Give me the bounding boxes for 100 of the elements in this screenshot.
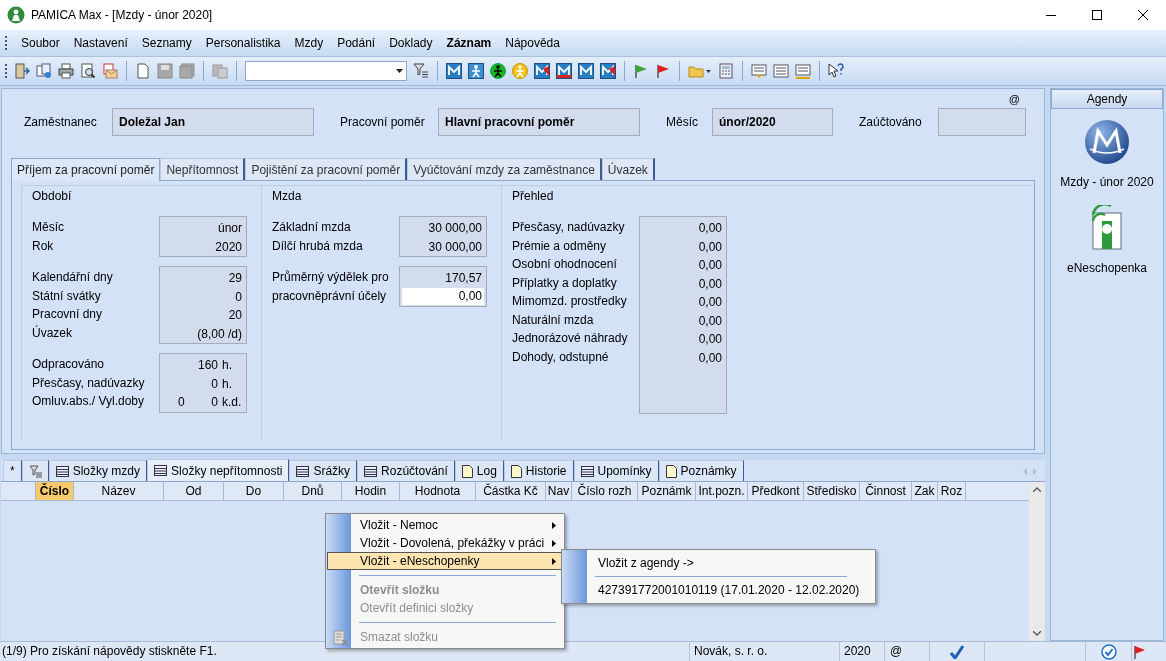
column-header[interactable]: Název [74,482,164,500]
save-all-icon[interactable] [179,63,195,79]
row-label: pracovněprávní účely [272,287,388,305]
help-pointer-icon[interactable] [828,63,844,79]
value-text: 160 [197,357,218,375]
calculator-icon[interactable] [718,63,734,79]
scroll-down-icon [1033,631,1041,636]
menu-item[interactable]: Vložit z agendy -> [562,553,860,573]
value-text: únor [217,220,242,238]
menu-item[interactable]: Nápověda [498,30,567,56]
tab[interactable]: Pojištění za pracovní poměr [245,158,408,180]
column-header[interactable]: Hodnota [400,482,476,500]
value-text: 29 [228,270,242,288]
menu-item[interactable]: Soubor [14,30,67,56]
flag-icon[interactable] [655,63,671,79]
menu-item[interactable]: Mzdy [287,30,331,56]
document-icon[interactable] [135,63,151,79]
bottom-tab[interactable]: Upomínky [573,460,659,481]
column-header[interactable]: Roz [938,482,966,500]
column-header[interactable]: Hodin [342,482,400,500]
value-text: 170,57 [445,270,482,288]
menu-item[interactable]: Vložit - Nemoc [327,516,563,534]
bottom-tab[interactable]: Srážky [289,460,358,481]
row-label: Naturální mzda [512,311,595,329]
bottom-tab[interactable]: Složky mzdy [48,460,148,481]
filter-icon[interactable] [413,63,429,79]
tab[interactable]: Nepřítomnost [160,158,246,180]
field-label: Měsíc [666,114,699,131]
person-icon[interactable] [468,63,484,79]
agenda-item[interactable]: eNeschopenka [1066,205,1148,277]
column-header[interactable]: Číslo rozh [572,482,638,500]
m-logo-icon[interactable] [534,63,550,79]
bottom-tab[interactable] [21,460,49,481]
mail-icon[interactable] [102,63,118,79]
column-header[interactable]: Činnost [860,482,912,500]
read-only-field: únor/2020 [712,108,833,136]
column-header[interactable]: Do [224,482,284,500]
tab[interactable]: Vyúčtování mzdy za zaměstnance [407,158,602,180]
paste-icon[interactable] [212,63,228,79]
menu-item[interactable]: Podání [330,30,383,56]
value-text: 30 000,00 [428,238,482,256]
filter-icon [28,464,42,478]
column-header[interactable]: Int.pozn. [696,482,748,500]
menu-item[interactable]: Doklady [382,30,440,56]
value-text: 0,00 [698,294,722,312]
m-logo-icon[interactable] [446,63,462,79]
column-header[interactable]: Od [164,482,224,500]
bottom-tab[interactable]: Složky nepřítomnosti [147,459,290,481]
menu-item[interactable]: Vložit - Dovolená, překážky v práci [327,534,563,552]
menu-item[interactable]: Nastavení [66,30,135,56]
m-logo-icon[interactable] [556,63,572,79]
menu-item[interactable]: Vložit - eNeschopenky [327,552,563,570]
printer-icon[interactable] [58,63,74,79]
unit-text: k.d. [221,394,243,412]
m-logo-icon[interactable] [578,63,594,79]
menu-item[interactable]: Personalistika [198,30,288,56]
bottom-tab[interactable]: Rozúčtování [357,460,455,481]
check-circle-icon [1100,643,1117,660]
table-icon [154,465,168,476]
menu-item[interactable]: Seznamy [134,30,199,56]
copy-icon[interactable] [36,63,52,79]
grip-icon [5,35,8,51]
folder-icon[interactable] [688,63,712,79]
bottom-tab[interactable]: Log [454,460,504,481]
value-text: 0,00 [698,331,722,349]
column-header[interactable]: Předkont [748,482,804,500]
m-logo-icon[interactable] [600,63,616,79]
value-text: 2020 [215,238,242,256]
column-header[interactable]: Číslo [36,482,74,500]
row-label: Odpracováno [32,356,106,373]
tab[interactable]: Úvazek [601,158,655,180]
list-icon[interactable] [751,63,767,79]
agenda-item[interactable]: Mzdy - únor 2020 [1060,119,1154,191]
unit-text: h. [221,375,233,393]
column-header[interactable]: Poznámk [638,482,696,500]
list-icon[interactable] [795,63,811,79]
tab[interactable]: Příjem za pracovní poměr [11,158,161,181]
exit-icon[interactable] [14,63,30,79]
column-header[interactable]: Středisko [804,482,860,500]
column-header[interactable]: Částka Kč [476,482,546,500]
input-field[interactable]: 0,00 [402,288,484,306]
column-header[interactable]: Nav [546,482,572,500]
bottom-tab[interactable]: Historie [503,460,574,481]
bottom-tab[interactable]: * [3,460,22,481]
flag-icon[interactable] [633,63,649,79]
column-header[interactable]: Dnů [284,482,342,500]
print-preview-icon[interactable] [80,63,96,79]
menu-item[interactable]: Záznam [439,30,499,56]
scrollbar[interactable] [1029,482,1045,641]
list-icon[interactable] [773,63,789,79]
bottom-tab[interactable]: Poznámky [658,460,744,481]
person-icon[interactable] [490,63,506,79]
value-text: 0,00 [698,312,722,330]
menu-item[interactable]: 427391772001010119 (17.01.2020 - 12.02.2020) [562,580,860,600]
m-logo-icon [1084,119,1130,165]
save-icon[interactable] [157,63,173,79]
column-header[interactable]: Zak [912,482,938,500]
combo-box[interactable] [245,61,407,81]
document-icon [510,464,522,478]
group-title: Přehled [512,188,555,203]
